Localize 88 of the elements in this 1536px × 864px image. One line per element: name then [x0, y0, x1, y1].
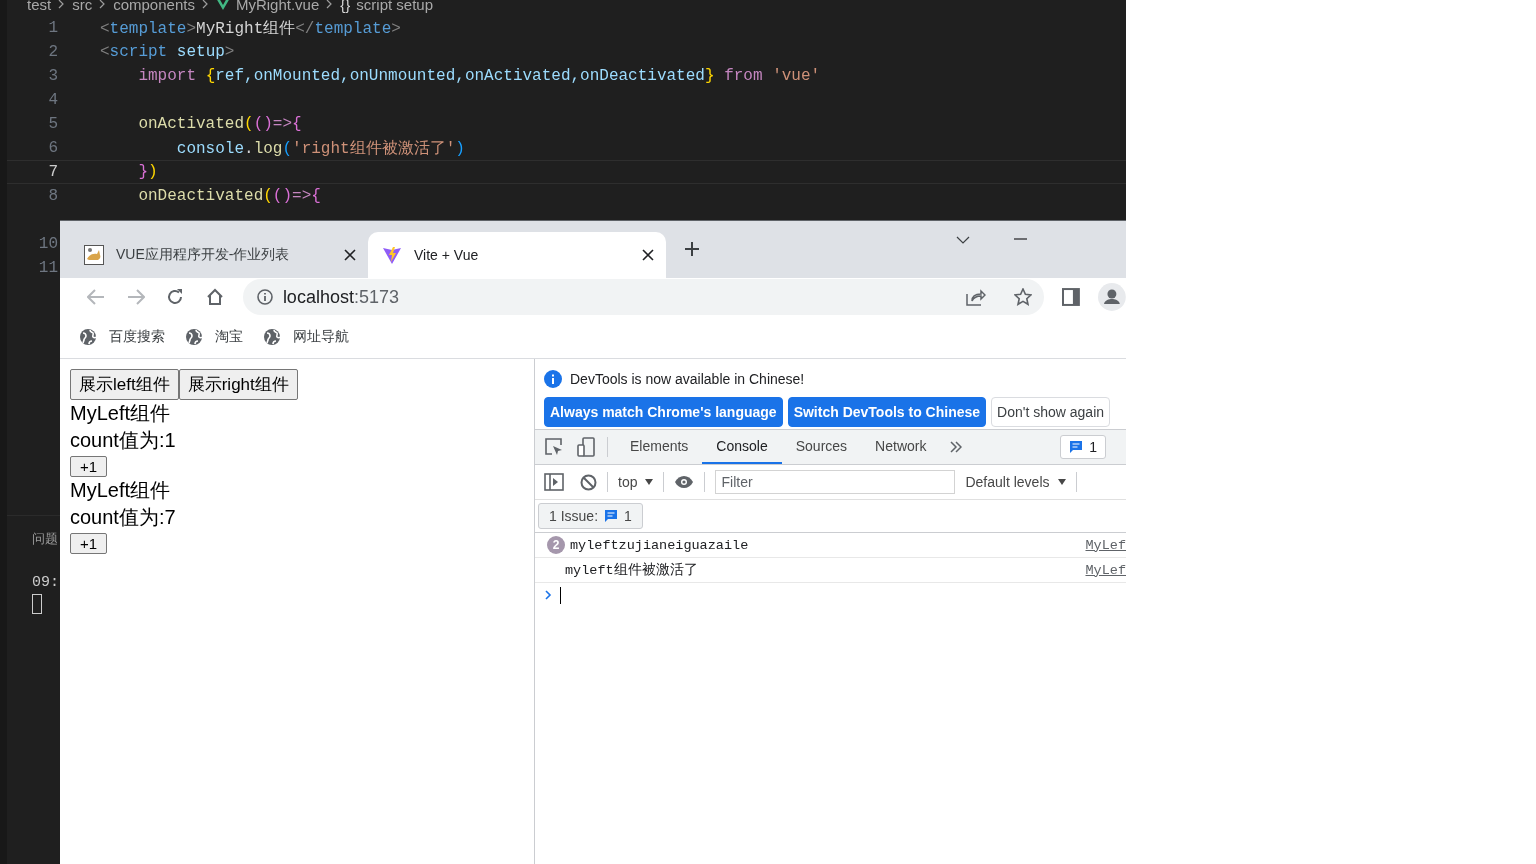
source-link[interactable]: MyLef — [1085, 562, 1126, 578]
chevron-icon — [58, 0, 66, 9]
source-link[interactable]: MyLef — [1085, 537, 1126, 553]
chevron-icon — [201, 0, 209, 9]
issues-button[interactable]: 1 Issue: 1 — [538, 503, 643, 529]
vue-icon — [215, 0, 230, 10]
side-panel-icon[interactable] — [1062, 288, 1081, 306]
star-icon[interactable] — [1014, 288, 1033, 306]
home-icon[interactable] — [206, 288, 224, 306]
close-icon[interactable] — [344, 249, 356, 261]
chevron-icon — [99, 0, 107, 9]
component-title: MyLeft组件 — [70, 401, 172, 426]
browser-tab[interactable]: Vite + Vue — [368, 232, 666, 278]
increment-button[interactable]: +1 — [70, 533, 108, 554]
console-message: myleftzujianeiguazaile — [570, 537, 750, 553]
message-icon — [604, 509, 619, 523]
line-number: 5 — [47, 114, 58, 135]
notice-button[interactable]: Always match Chrome's language — [544, 397, 783, 427]
notice-button[interactable]: Switch DevTools to Chinese — [787, 397, 987, 427]
text-cursor — [560, 586, 561, 604]
dropdown-icon — [1057, 479, 1066, 485]
console-message: myleft组件被激活了 — [565, 561, 699, 579]
increment-button[interactable]: +1 — [70, 456, 108, 477]
sidebar-icon[interactable] — [544, 473, 564, 491]
bookmark-link[interactable]: 百度搜索 — [109, 328, 165, 346]
code-text: console.log('right组件被激活了') — [175, 138, 465, 159]
breadcrumb-item[interactable]: test — [27, 0, 52, 13]
show-component-button[interactable]: 展示right组件 — [178, 369, 298, 400]
share-icon[interactable] — [966, 288, 987, 306]
component-title: MyLeft组件 — [70, 478, 172, 503]
line-number: 1 — [47, 18, 58, 39]
code-text: <template>MyRight组件</template> — [100, 18, 401, 39]
line-number: 4 — [47, 90, 58, 111]
globe-icon — [185, 328, 203, 346]
new-tab-icon[interactable] — [684, 241, 700, 257]
messages-badge[interactable]: 1 — [1060, 435, 1106, 459]
devtools-tab[interactable]: Sources — [781, 430, 862, 464]
code-text: <script setup> — [100, 43, 235, 61]
lightning-icon — [382, 245, 402, 265]
line-number: 11 — [37, 258, 58, 279]
reload-icon[interactable] — [166, 288, 185, 306]
terminal-text: 09: — [32, 574, 59, 591]
chevron-icon — [326, 0, 334, 9]
bookmark-link[interactable]: 网址导航 — [293, 328, 349, 346]
panel-tab[interactable]: 问题 — [32, 530, 58, 548]
dropdown-icon — [645, 479, 654, 485]
notice-text: DevTools is now available in Chinese! — [570, 371, 805, 387]
profile-icon[interactable] — [1098, 283, 1126, 311]
eye-icon[interactable] — [674, 475, 695, 489]
count-text: count值为:1 — [70, 428, 177, 453]
bookmark-link[interactable]: 淘宝 — [215, 328, 243, 346]
repeat-count: 2 — [547, 536, 565, 554]
line-number: 2 — [47, 42, 58, 63]
info-icon[interactable] — [256, 289, 273, 305]
terminal-cursor — [32, 594, 42, 614]
address-field[interactable]: localhost:5173 — [242, 279, 1045, 315]
notice-button[interactable]: Don't show again — [991, 397, 1111, 427]
filter-field[interactable]: Filter — [715, 470, 956, 494]
chevron-down-icon[interactable] — [956, 236, 970, 244]
globe-icon — [79, 328, 97, 346]
message-icon — [1069, 440, 1084, 454]
line-number: 6 — [47, 138, 58, 159]
breadcrumb-item[interactable]: src — [72, 0, 93, 13]
more-tabs-icon[interactable] — [950, 441, 963, 453]
browser-tab[interactable]: VUE应用程序开发-作业列表 — [70, 232, 368, 278]
line-number: 8 — [47, 186, 58, 207]
inspect-icon[interactable] — [545, 438, 563, 456]
devtools-tab[interactable]: Network — [861, 430, 941, 464]
code-text: }) — [137, 163, 158, 181]
devtools-tab[interactable]: Elements — [616, 430, 703, 464]
breadcrumb-item[interactable]: components — [113, 0, 195, 13]
prompt-icon — [545, 590, 552, 600]
count-text: count值为:7 — [70, 505, 177, 530]
line-number: 3 — [47, 66, 58, 87]
info-icon — [544, 370, 562, 388]
show-component-button[interactable]: 展示left组件 — [70, 369, 179, 400]
levels-dropdown[interactable]: Default levels — [965, 474, 1066, 490]
line-number: 10 — [37, 234, 58, 255]
close-icon[interactable] — [642, 249, 654, 261]
device-icon[interactable] — [577, 437, 595, 457]
code-text: import {ref,onMounted,onUnmounted,onActivated,onDeactivated} from 'vue' — [137, 67, 821, 85]
line-number: 7 — [47, 162, 58, 183]
context-dropdown[interactable]: top — [618, 474, 654, 490]
globe-icon — [263, 328, 281, 346]
code-text: onActivated(()=>{ — [137, 115, 302, 133]
code-text: onDeactivated(()=>{ — [137, 187, 321, 205]
devtools-tab[interactable]: Console — [702, 430, 782, 464]
clear-icon[interactable] — [580, 473, 597, 491]
